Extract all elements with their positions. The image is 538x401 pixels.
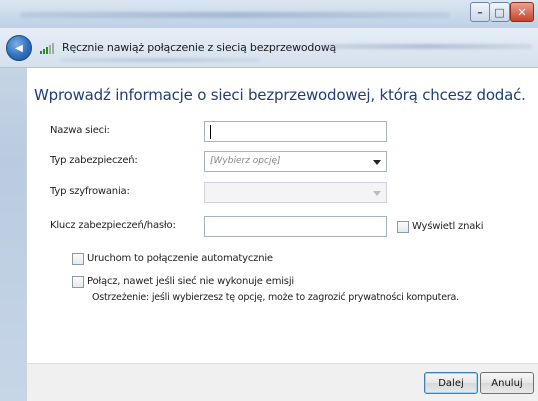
minimize-button[interactable]: –	[470, 2, 490, 22]
connect-hidden-checkbox[interactable]	[72, 276, 84, 288]
chevron-down-icon	[373, 191, 381, 196]
close-button[interactable]: ✕	[510, 2, 534, 22]
encryption-type-label: Typ szyfrowania:	[50, 186, 130, 197]
security-type-select[interactable]: [Wybierz opcję]	[204, 151, 387, 172]
chevron-down-icon	[373, 160, 381, 165]
connect-hidden-label: Połącz, nawet jeśli sieć nie wykonuje em…	[87, 276, 294, 287]
privacy-warning-text: Ostrzeżenie: jeśli wybierzesz tę opcję, …	[92, 292, 459, 303]
page-title: Ręcznie nawiąż połączenie z siecią bezpr…	[62, 41, 337, 54]
show-characters-label: Wyświetl znaki	[412, 221, 484, 232]
maximize-button[interactable]: □	[490, 2, 510, 22]
network-name-input[interactable]	[204, 121, 387, 142]
security-type-label: Typ zabezpieczeń:	[50, 155, 138, 166]
security-key-label: Klucz zabezpieczeń/hasło:	[50, 220, 176, 231]
form-heading: Wprowadź informacje o sieci bezprzewodow…	[34, 86, 526, 104]
nav-bar: ◀ Ręcznie nawiąż połączenie z siecią bez…	[0, 28, 538, 68]
encryption-type-select[interactable]	[204, 182, 387, 203]
auto-connect-checkbox[interactable]	[72, 253, 84, 265]
wireless-network-icon	[40, 43, 54, 54]
security-type-value: [Wybierz opcję]	[210, 156, 281, 166]
auto-connect-label: Uruchom to połączenie automatycznie	[87, 253, 273, 264]
show-characters-checkbox[interactable]	[397, 221, 409, 233]
back-arrow-icon: ◀	[15, 42, 23, 54]
next-button[interactable]: Dalej	[424, 372, 478, 394]
blurred-title-text	[20, 12, 450, 18]
security-key-input[interactable]	[204, 216, 387, 237]
wizard-window: – □ ✕ ◀ Ręcznie nawiąż połączenie z siec…	[0, 0, 538, 401]
blurred-subtext	[60, 58, 260, 62]
back-button[interactable]: ◀	[6, 35, 32, 61]
text-caret	[210, 125, 211, 139]
blurred-path-text	[322, 44, 532, 49]
network-name-label: Nazwa sieci:	[50, 125, 110, 136]
cancel-button[interactable]: Anuluj	[480, 372, 534, 394]
